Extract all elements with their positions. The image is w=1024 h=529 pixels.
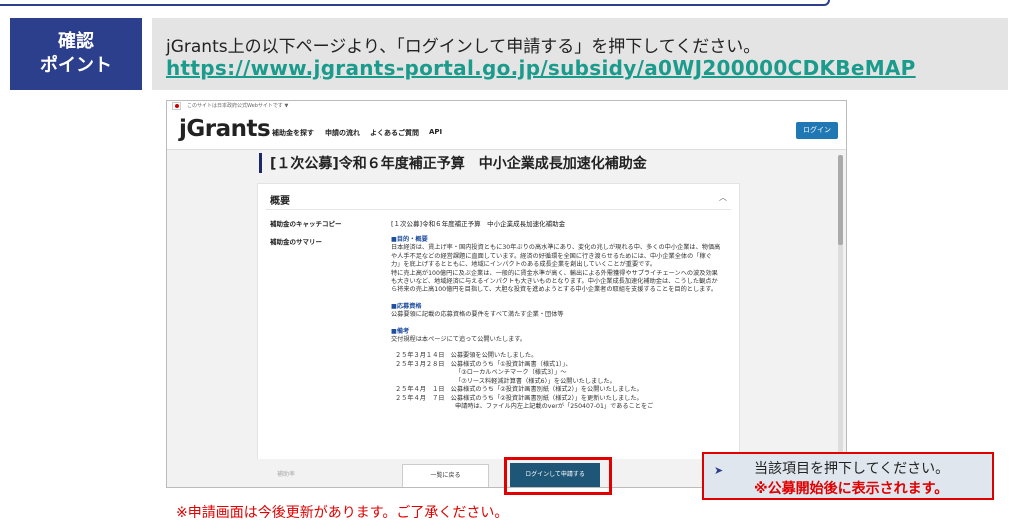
catch-copy-value: [１次公募]令和６年度補正予算 中小企業成長加速化補助金	[391, 220, 566, 228]
update-note: 「⑦リース料軽減計算書（様式6）」を公開いたしました。	[455, 377, 616, 385]
highlight-box	[504, 457, 612, 495]
gov-notice-bar: このサイトは日本政府公式Webサイトです ▼	[167, 101, 846, 112]
update-notice: ※申請画面は今後更新があります。ご了承ください。	[176, 505, 509, 521]
summary-paragraph: 交付規程は本ページにて追って公開いたします。	[391, 336, 527, 344]
callout-line2: ※公募開始後に表示されます。	[754, 481, 949, 497]
divider	[266, 209, 731, 210]
page-scrollbar[interactable]	[838, 155, 843, 485]
top-border-decoration	[0, 0, 830, 6]
update-note: ２５年４月 １日 公募様式のうち「②投資計画書別紙（様式2）」を公開いたしました…	[395, 386, 643, 394]
instruction-banner: jGrants上の以下ページより、「ログインして申請する」を押下してください。 …	[152, 18, 1008, 90]
callout-box: ➤ 当該項目を押下してください。 ※公募開始後に表示されます。	[702, 452, 994, 500]
jgrants-screenshot: このサイトは日本政府公式Webサイトです ▼ jGrants 補助金を探す 申請…	[166, 100, 847, 488]
catch-copy-label: 補助金のキャッチコピー	[270, 220, 342, 228]
summary-label: 補助金のサマリー	[270, 238, 322, 246]
summary-heading-eligibility: ■応募資格	[391, 302, 422, 310]
instruction-text: jGrants上の以下ページより、「ログインして申請する」を押下してください。	[166, 37, 761, 57]
callout-line1: 当該項目を押下してください。	[754, 461, 950, 477]
summary-paragraph: 日本経済は、賃上げ率・国内投資ともに30年ぶりの高水準にあり、変化の兆しが現れる…	[391, 244, 721, 269]
page-title: [１次公募]令和６年度補正予算 中小企業成長加速化補助金	[259, 153, 647, 173]
gov-notice-text: このサイトは日本政府公式Webサイトです ▼	[187, 103, 289, 109]
nav-application-flow[interactable]: 申請の流れ	[325, 128, 360, 138]
check-point-badge: 確認 ポイント	[10, 18, 142, 90]
faint-field-label: 補助率	[277, 471, 296, 478]
collapse-chevron-icon[interactable]: ︿	[719, 192, 727, 203]
update-note: 「③ローカルベンチマーク（様式3）」～	[455, 369, 567, 377]
japan-flag-icon	[172, 102, 181, 110]
nav-search-subsidy[interactable]: 補助金を探す	[272, 128, 314, 138]
update-note: 申請時は、ファイル内左上記載のverが「250407-01」であることをご	[455, 402, 654, 410]
site-header: jGrants 補助金を探す 申請の流れ よくあるご質問 API ログイン	[167, 112, 846, 150]
overview-card: 概要 ︿ 補助金のキャッチコピー [１次公募]令和６年度補正予算 中小企業成長加…	[257, 183, 740, 485]
scrollbar-thumb[interactable]	[838, 155, 843, 245]
summary-text: ■目的・概要 日本経済は、賃上げ率・国内投資ともに30年ぶりの高水準にあり、変化…	[391, 236, 721, 411]
nav-api[interactable]: API	[429, 128, 442, 136]
section-title: 概要	[270, 196, 290, 207]
summary-paragraph: 特に売上高が100億円に及ぶ企業は、一般的に賃金水準が高く、輸出による外需獲得や…	[391, 269, 718, 294]
back-to-list-button[interactable]: 一覧に戻る	[402, 464, 489, 487]
arrow-icon: ➤	[714, 464, 724, 477]
header-login-button[interactable]: ログイン	[796, 122, 838, 139]
update-note: ２５年４月 ７日 公募様式のうち「②投資計画書別紙（様式2）」を更新いたしました…	[395, 394, 643, 402]
subsidy-url-link[interactable]: https://www.jgrants-portal.go.jp/subsidy…	[166, 56, 916, 80]
jgrants-logo[interactable]: jGrants	[179, 116, 271, 142]
update-note: ２５年３月１４日 公募要領を公開いたしました。	[395, 352, 538, 360]
nav-faq[interactable]: よくあるご質問	[370, 128, 419, 138]
badge-line2: ポイント	[40, 55, 112, 76]
summary-heading-notes: ■備考	[391, 327, 410, 335]
badge-line1: 確認	[58, 31, 94, 52]
summary-paragraph: 公募要領に記載の応募資格の要件をすべて満たす企業・団体等	[391, 311, 564, 319]
